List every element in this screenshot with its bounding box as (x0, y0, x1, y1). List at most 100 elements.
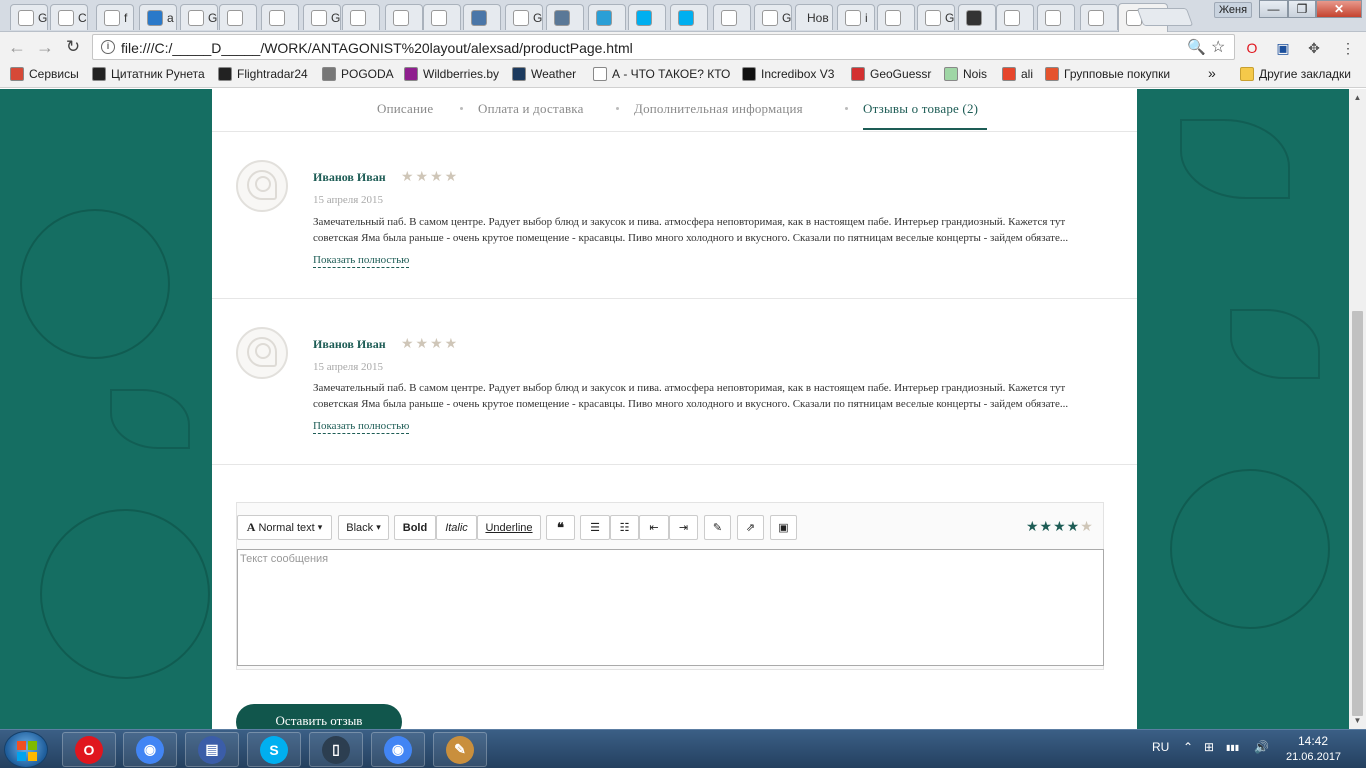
browser-tab[interactable]: C (50, 4, 88, 30)
maximize-button[interactable]: ❐ (1288, 0, 1316, 18)
browser-tab[interactable] (423, 4, 461, 30)
browser-tab[interactable] (713, 4, 751, 30)
taskbar-app-button[interactable]: S (247, 732, 301, 767)
bookmark-item[interactable]: Wildberries.by (404, 67, 499, 81)
rating-input[interactable]: ★★★★★ (1026, 518, 1094, 535)
clock-date[interactable]: 21.06.2017 (1286, 751, 1341, 763)
browser-tab[interactable] (1037, 4, 1075, 30)
pen-icon[interactable]: ✎ (704, 515, 731, 540)
url-text[interactable]: file:///C:/_____D_____/WORK/ANTAGONIST%2… (121, 40, 633, 56)
bookmark-item[interactable]: POGODA (322, 67, 394, 81)
browser-tab[interactable] (342, 4, 380, 30)
browser-tab[interactable] (996, 4, 1034, 30)
browser-tab[interactable]: a (139, 4, 177, 30)
bookmark-star-icon[interactable]: ☆ (1211, 37, 1225, 57)
menu-icon[interactable]: ⋮ (1338, 38, 1358, 58)
scroll-up-arrow[interactable]: ▲ (1349, 89, 1366, 106)
browser-tab[interactable] (219, 4, 257, 30)
bookmark-item[interactable]: GeoGuessr (851, 67, 931, 81)
opera-extension-icon[interactable]: O (1242, 38, 1262, 58)
address-bar[interactable]: i file:///C:/_____D_____/WORK/ANTAGONIST… (92, 34, 1235, 60)
start-button[interactable] (4, 731, 48, 768)
language-indicator[interactable]: RU (1152, 740, 1169, 754)
numbered-list-icon[interactable]: ☷ (610, 515, 639, 540)
tab-reviews[interactable]: Отзывы о товаре (2) (863, 101, 978, 117)
browser-tab[interactable]: i (837, 4, 875, 30)
volume-icon[interactable]: 🔊 (1254, 740, 1269, 754)
bookmark-item[interactable]: ali (1002, 67, 1033, 81)
bookmark-item[interactable]: Incredibox V3 (742, 67, 834, 81)
scrollbar-thumb[interactable] (1352, 311, 1363, 716)
browser-tab[interactable] (546, 4, 584, 30)
network-icon[interactable]: ▮▮▮ (1226, 743, 1239, 752)
share-icon[interactable]: ⇗ (737, 515, 764, 540)
browser-tab[interactable] (670, 4, 708, 30)
tab-additional-info[interactable]: Дополнительная информация (634, 101, 803, 117)
underline-button[interactable]: Underline (477, 515, 541, 540)
user-profile-button[interactable]: Женя (1214, 2, 1252, 18)
bold-button[interactable]: Bold (394, 515, 436, 540)
browser-tab[interactable] (463, 4, 501, 30)
font-style-dropdown[interactable]: A Normal text ▾ (237, 515, 332, 540)
browser-tab[interactable] (628, 4, 666, 30)
bookmark-item[interactable]: Flightradar24 (218, 67, 308, 81)
minimize-button[interactable]: — (1259, 0, 1288, 18)
bookmark-item[interactable]: Weather (512, 67, 576, 81)
clock-time[interactable]: 14:42 (1298, 734, 1328, 748)
browser-tab[interactable]: G (754, 4, 792, 30)
browser-tab[interactable] (385, 4, 423, 30)
show-full-link[interactable]: Показать полностью (313, 254, 410, 268)
browser-tab[interactable] (261, 4, 299, 30)
browser-tab[interactable] (1080, 4, 1118, 30)
taskbar-app-button[interactable]: ▤ (185, 732, 239, 767)
show-full-link[interactable]: Показать полностью (313, 420, 410, 434)
move-extension-icon[interactable]: ✥ (1304, 38, 1324, 58)
browser-tab[interactable]: G (180, 4, 218, 30)
indent-icon[interactable]: ⇥ (669, 515, 698, 540)
reload-button[interactable]: ↻ (62, 36, 84, 58)
outdent-icon[interactable]: ⇤ (639, 515, 669, 540)
browser-tab[interactable] (877, 4, 915, 30)
taskbar-app-button[interactable]: ◉ (371, 732, 425, 767)
browser-tab[interactable]: G (917, 4, 955, 30)
new-tab-button[interactable] (1136, 8, 1194, 26)
scroll-down-arrow[interactable]: ▼ (1349, 712, 1366, 729)
action-center-icon[interactable]: ⊞ (1204, 740, 1214, 754)
italic-button[interactable]: Italic (436, 515, 477, 540)
browser-tab[interactable] (588, 4, 626, 30)
browser-tab[interactable]: G (10, 4, 48, 30)
bullet-list-icon[interactable]: ☰ (580, 515, 610, 540)
info-icon[interactable]: i (101, 40, 115, 54)
text-color-dropdown[interactable]: Black ▾ (338, 515, 389, 540)
message-textarea[interactable] (237, 549, 1104, 666)
tab-description[interactable]: Описание (377, 101, 433, 117)
bookmark-item[interactable]: А - ЧТО ТАКОЕ? КТО (593, 67, 730, 81)
quote-icon[interactable]: ❝ (546, 515, 575, 540)
taskbar-app-button[interactable]: O (62, 732, 116, 767)
other-bookmarks[interactable]: Другие закладки (1240, 67, 1351, 81)
back-button[interactable]: ← (6, 36, 28, 58)
tab-payment-delivery[interactable]: Оплата и доставка (478, 101, 584, 117)
bookmark-item[interactable]: Цитатник Рунета (92, 67, 205, 81)
bookmark-item[interactable]: Сервисы (10, 67, 79, 81)
scrollbar[interactable]: ▲ ▼ (1349, 89, 1366, 729)
zoom-icon[interactable]: 🔍 (1187, 38, 1206, 56)
bookmark-item[interactable]: Групповые покупки (1045, 67, 1170, 81)
browser-tab[interactable]: G (303, 4, 341, 30)
submit-review-button[interactable]: Оставить отзыв (236, 704, 402, 729)
rating-stars-filled[interactable]: ★★★★ (1026, 518, 1080, 534)
browser-tab[interactable] (958, 4, 996, 30)
bookmark-item[interactable]: Nois (944, 67, 987, 81)
taskbar-app-button[interactable]: ✎ (433, 732, 487, 767)
tray-expand-icon[interactable]: ⌃ (1183, 740, 1193, 754)
browser-tab[interactable]: G (505, 4, 543, 30)
forward-button[interactable]: → (34, 36, 56, 58)
taskbar-app-button[interactable]: ▯ (309, 732, 363, 767)
bookmarks-overflow-button[interactable]: » (1208, 65, 1216, 81)
taskbar-app-button[interactable]: ◉ (123, 732, 177, 767)
browser-tab[interactable]: Нов (795, 4, 833, 30)
close-window-button[interactable]: ✕ (1316, 0, 1362, 18)
image-icon[interactable]: ▣ (770, 515, 797, 540)
browser-tab[interactable]: f (96, 4, 134, 30)
screen-extension-icon[interactable]: ▣ (1273, 38, 1293, 58)
